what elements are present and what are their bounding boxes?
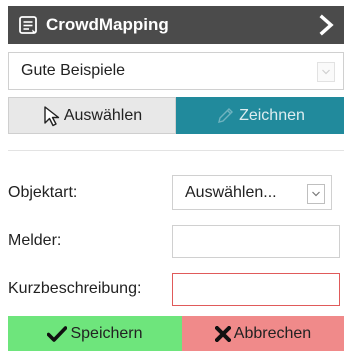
object-type-value: Auswählen... [185,184,277,201]
chevron-right-icon[interactable] [318,14,336,36]
cursor-arrow-icon [44,105,60,126]
mode-draw-label: Zeichnen [239,106,305,124]
description-label: Kurzbeschreibung: [8,280,142,297]
preset-value: Gute Beispiele [21,62,126,79]
mode-select-button[interactable]: Auswählen [8,97,176,134]
object-type-select[interactable]: Auswählen... [172,175,332,210]
crowdmapping-panel: CrowdMapping Gute Beispiele Auswählen Ze… [0,0,350,351]
x-icon [214,325,231,342]
form-icon [19,16,37,34]
chevron-down-icon[interactable] [317,62,335,82]
save-button[interactable]: Speichern [8,316,182,351]
chevron-down-icon[interactable] [307,184,325,204]
checkmark-icon [47,325,68,342]
description-input[interactable] [172,273,340,306]
pencil-icon [218,107,234,123]
mode-select-label: Auswählen [63,106,143,124]
mode-draw-button[interactable]: Zeichnen [176,97,344,134]
cancel-label: Abbrechen [233,324,312,342]
reporter-label: Melder: [8,232,62,249]
panel-header: CrowdMapping [8,6,344,44]
save-label: Speichern [70,324,143,342]
divider [8,150,344,151]
panel-title: CrowdMapping [46,15,169,34]
cancel-button[interactable]: Abbrechen [182,316,344,351]
preset-dropdown[interactable]: Gute Beispiele [8,52,344,90]
object-type-label: Objektart: [8,184,78,201]
reporter-input[interactable] [172,225,340,258]
